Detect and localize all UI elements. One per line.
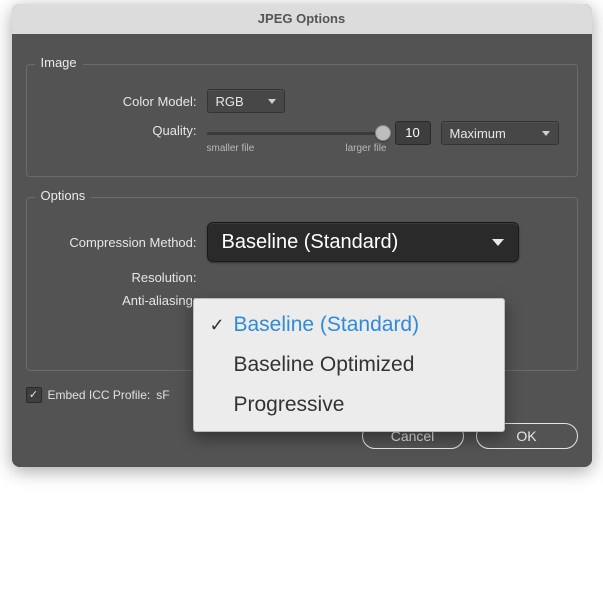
dropdown-item-label: Baseline (Standard) <box>234 313 488 337</box>
quality-row: Quality: 10 Maximum sma <box>37 121 567 154</box>
quality-preset-value: Maximum <box>450 126 506 141</box>
dialog-body: Image Color Model: RGB Quality: 10 <box>12 34 592 467</box>
antialiasing-label: Anti-aliasing: <box>37 293 207 308</box>
slider-low-label: smaller file <box>207 143 255 154</box>
color-model-value: RGB <box>216 94 244 109</box>
embed-icc-label: Embed ICC Profile: <box>48 388 151 402</box>
chevron-down-icon <box>542 131 550 136</box>
slider-thumb[interactable] <box>375 125 391 141</box>
compression-row: Compression Method: Baseline (Standard) <box>37 222 567 262</box>
options-legend: Options <box>35 188 92 203</box>
image-group: Image Color Model: RGB Quality: 10 <box>26 64 578 177</box>
chevron-down-icon <box>492 239 504 246</box>
compression-label: Compression Method: <box>37 235 207 250</box>
color-model-select[interactable]: RGB <box>207 89 285 113</box>
compression-select[interactable]: Baseline (Standard) <box>207 222 519 262</box>
slider-track <box>207 132 387 135</box>
quality-input[interactable]: 10 <box>395 121 431 145</box>
embed-icc-profile: sF <box>156 388 169 402</box>
slider-labels: smaller file larger file <box>207 143 387 154</box>
color-model-row: Color Model: RGB <box>37 89 567 113</box>
embed-icc-checkbox[interactable]: ✓ <box>26 387 42 403</box>
dropdown-item-label: Progressive <box>234 393 488 417</box>
check-icon: ✓ <box>210 315 234 336</box>
color-model-label: Color Model: <box>37 94 207 109</box>
quality-preset-select[interactable]: Maximum <box>441 121 559 145</box>
compression-dropdown[interactable]: ✓ Baseline (Standard) Baseline Optimized… <box>193 298 505 432</box>
dropdown-item-baseline-standard[interactable]: ✓ Baseline (Standard) <box>194 305 504 345</box>
compression-value: Baseline (Standard) <box>222 231 399 254</box>
quality-label: Quality: <box>37 121 207 138</box>
jpeg-options-dialog: JPEG Options Image Color Model: RGB Qual… <box>12 4 592 467</box>
dialog-title: JPEG Options <box>12 4 592 34</box>
dropdown-item-progressive[interactable]: Progressive <box>194 385 504 425</box>
resolution-label: Resolution: <box>37 270 207 285</box>
quality-controls: 10 Maximum smaller file larger file <box>207 121 559 154</box>
chevron-down-icon <box>268 99 276 104</box>
dropdown-item-label: Baseline Optimized <box>234 353 488 377</box>
slider-high-label: larger file <box>345 143 386 154</box>
quality-slider[interactable] <box>207 123 387 143</box>
resolution-row: Resolution: <box>37 270 567 285</box>
dropdown-item-baseline-optimized[interactable]: Baseline Optimized <box>194 345 504 385</box>
image-legend: Image <box>35 55 83 70</box>
